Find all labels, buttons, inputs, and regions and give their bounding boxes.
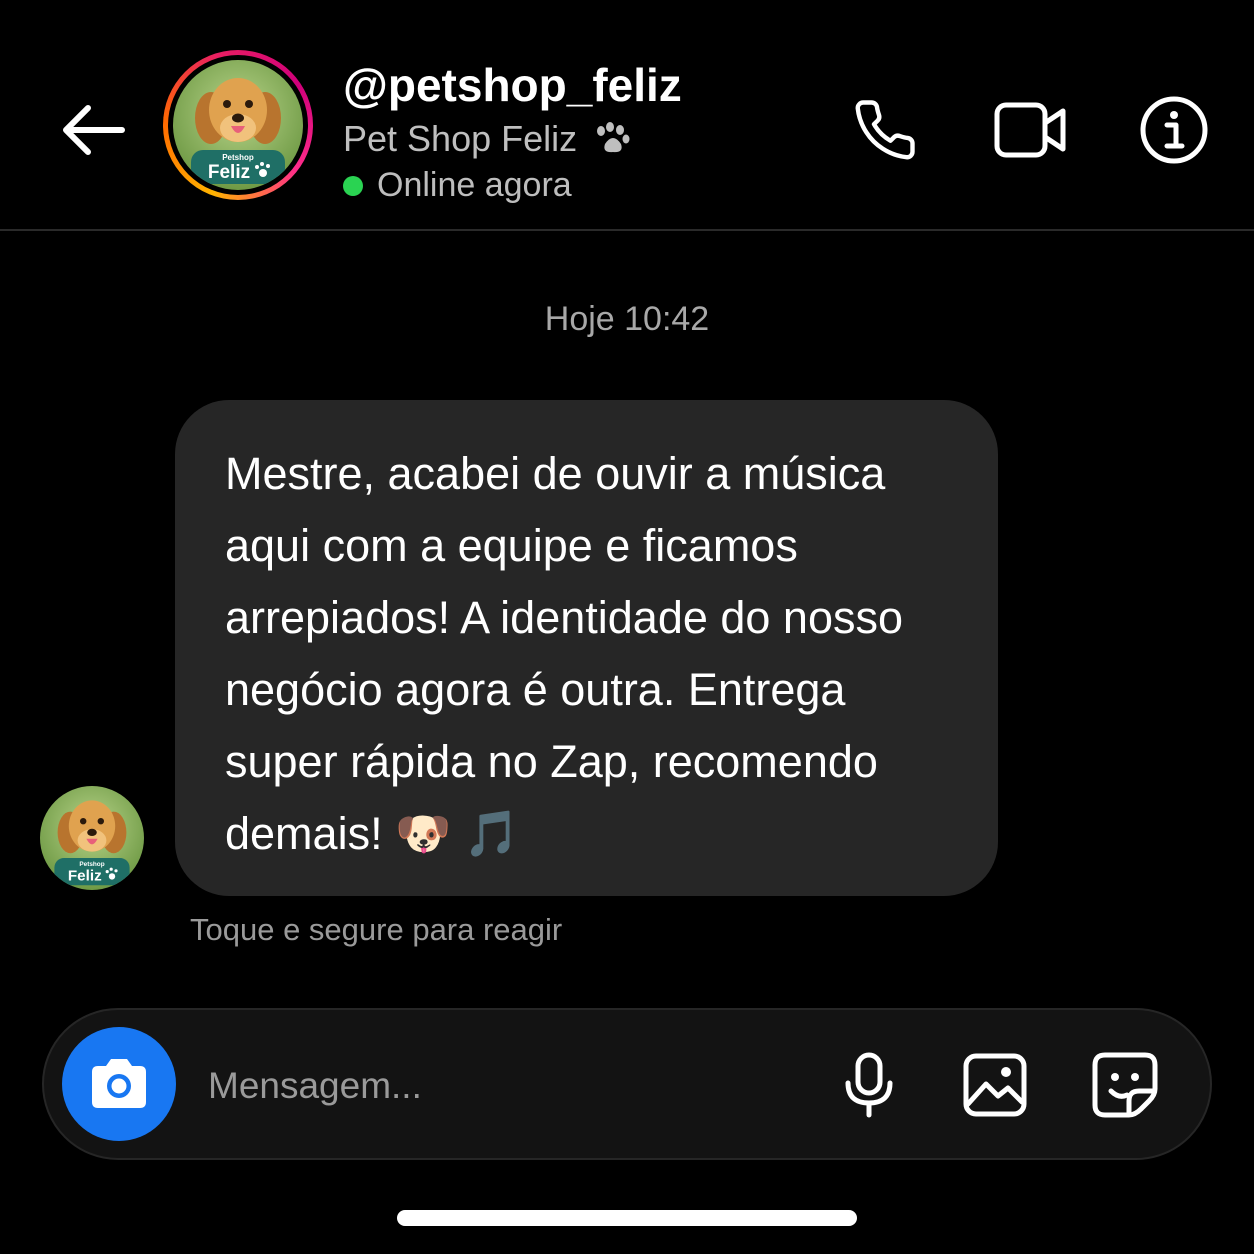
avatar-badge-text: Feliz xyxy=(208,162,250,183)
video-call-button[interactable] xyxy=(990,90,1070,170)
message-timestamp: Hoje 10:42 xyxy=(544,300,710,338)
message-text: Mestre, acabei de ouvir a música aqui co… xyxy=(225,448,904,859)
microphone-icon xyxy=(845,1052,893,1118)
online-dot xyxy=(343,175,363,196)
message-input[interactable] xyxy=(208,1056,788,1116)
home-indicator[interactable] xyxy=(397,1210,857,1226)
camera-button[interactable] xyxy=(62,1027,176,1141)
phone-icon xyxy=(855,100,915,160)
info-button[interactable] xyxy=(1134,90,1214,170)
profile-avatar[interactable]: Petshop Feliz xyxy=(163,50,313,200)
gallery-icon xyxy=(963,1053,1027,1117)
call-button[interactable] xyxy=(845,90,925,170)
gallery-button[interactable] xyxy=(959,1049,1031,1121)
online-status: Online agora xyxy=(343,166,572,205)
info-icon xyxy=(1140,96,1208,164)
sticker-button[interactable] xyxy=(1089,1049,1161,1121)
sender-avatar[interactable]: Petshop Feliz xyxy=(40,786,144,890)
microphone-button[interactable] xyxy=(833,1049,905,1121)
display-name-row: Pet Shop Feliz xyxy=(343,118,631,160)
chat-header: Petshop Feliz @petshop_feliz Pet Shop Fe… xyxy=(0,0,1254,230)
username[interactable]: @petshop_feliz xyxy=(343,58,682,112)
back-button[interactable] xyxy=(52,90,132,170)
sticker-icon xyxy=(1092,1052,1158,1118)
back-arrow-icon xyxy=(63,105,125,155)
status-text: Online agora xyxy=(377,166,572,204)
display-name: Pet Shop Feliz xyxy=(343,118,578,159)
react-hint: Toque e segure para reagir xyxy=(190,912,563,947)
avatar-image: Petshop Feliz xyxy=(173,60,303,190)
sender-avatar-badge-text: Feliz xyxy=(68,867,102,884)
paw-icon xyxy=(597,122,630,153)
camera-icon xyxy=(92,1059,146,1108)
avatar-badge-subtext: Petshop xyxy=(222,153,254,162)
video-camera-icon xyxy=(994,102,1066,158)
header-divider xyxy=(0,229,1254,231)
message-bubble[interactable]: Mestre, acabei de ouvir a música aqui co… xyxy=(175,400,998,896)
